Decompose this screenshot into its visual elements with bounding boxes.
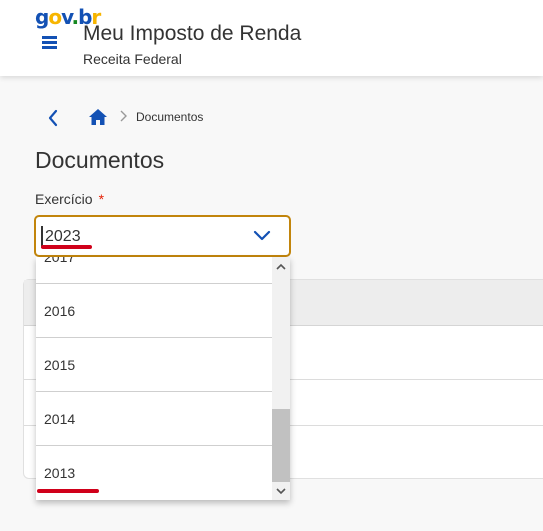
breadcrumb-current: Documentos xyxy=(136,110,204,124)
dropdown-option[interactable]: 2016 xyxy=(36,284,272,338)
app-header: gov.br Meu Imposto de Renda Receita Fede… xyxy=(0,0,543,76)
menu-icon[interactable] xyxy=(42,33,58,51)
dropdown-option[interactable]: 2017 xyxy=(36,257,272,284)
dropdown-option[interactable]: 2015 xyxy=(36,338,272,392)
exercicio-label: Exercício * xyxy=(35,191,104,207)
page-title: Documentos xyxy=(35,147,165,173)
annotation-underline xyxy=(37,489,99,493)
dropdown-option[interactable]: 2014 xyxy=(36,392,272,446)
scroll-down-arrow-icon[interactable] xyxy=(272,483,290,499)
exercicio-label-text: Exercício xyxy=(35,191,93,207)
scrollbar-thumb[interactable] xyxy=(272,409,290,482)
chevron-down-icon[interactable] xyxy=(253,229,271,243)
required-asterisk: * xyxy=(98,191,105,207)
exercicio-selected-value: 2023 xyxy=(45,228,81,245)
app-subtitle: Receita Federal xyxy=(83,51,182,67)
annotation-underline xyxy=(41,245,92,249)
exercicio-dropdown-list[interactable]: 2017 2016 2015 2014 2013 xyxy=(36,257,290,500)
chevron-left-icon[interactable] xyxy=(44,108,64,128)
app-title: Meu Imposto de Renda xyxy=(83,22,302,45)
scroll-up-arrow-icon[interactable] xyxy=(272,259,290,275)
logo-letter-o: o xyxy=(48,5,62,29)
logo-letter-v: v xyxy=(61,5,72,29)
home-icon[interactable] xyxy=(88,108,108,126)
exercicio-select[interactable]: 2023 xyxy=(34,215,291,257)
logo-letter-g: g xyxy=(35,5,49,29)
chevron-right-icon xyxy=(118,109,128,123)
